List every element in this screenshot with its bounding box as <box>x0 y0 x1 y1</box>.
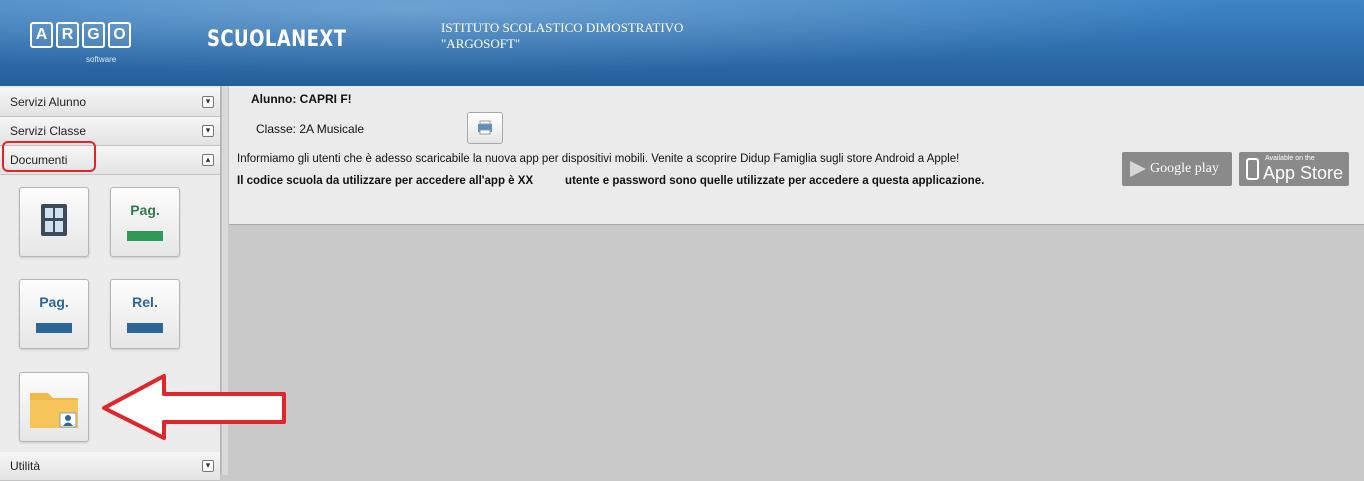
student-label: Alunno: CAPRI F! <box>251 92 352 106</box>
section-label: Utilità <box>10 459 41 473</box>
logo-subtitle: software <box>86 55 117 64</box>
sidebar-section-servizi-alunno[interactable]: Servizi Alunno ▾ <box>0 88 220 117</box>
tile-pagella-green[interactable]: Pag. <box>110 187 180 257</box>
app-header: A R G O software SCUOLANEXT ISTITUTO SCO… <box>0 0 1364 86</box>
logo-letter-g: G <box>82 22 105 48</box>
expand-icon[interactable]: ▾ <box>202 96 214 108</box>
printer-icon <box>478 120 492 135</box>
info-panel: Alunno: CAPRI F! Classe: 2A Musicale Inf… <box>229 86 1364 225</box>
logo-letter-r: R <box>56 22 79 48</box>
grid-document-icon <box>41 204 67 236</box>
google-play-label: Google play <box>1150 161 1219 176</box>
blue-bar-icon <box>36 323 72 333</box>
folder-user-icon <box>30 393 78 428</box>
info-line-1: Informiamo gli utenti che è adesso scari… <box>237 153 960 165</box>
tile-label: Pag. <box>130 202 160 218</box>
collapse-icon[interactable]: ▴ <box>202 154 214 166</box>
logo-letter-o: O <box>108 22 131 48</box>
expand-icon[interactable]: ▾ <box>202 125 214 137</box>
red-arrow-annotation <box>102 374 286 440</box>
green-bar-icon <box>127 231 163 241</box>
tile-pagella-blue[interactable]: Pag. <box>19 279 89 349</box>
tile-documenti-alunno[interactable] <box>19 372 89 442</box>
app-brand: SCUOLANEXT <box>207 27 347 52</box>
tile-relazione[interactable]: Rel. <box>110 279 180 349</box>
expand-icon[interactable]: ▾ <box>202 460 214 472</box>
print-button[interactable] <box>467 112 503 144</box>
section-label: Servizi Alunno <box>10 95 87 109</box>
blue-bar-icon <box>127 323 163 333</box>
documenti-highlight <box>2 141 96 172</box>
app-store-badge[interactable]: Available on the App Store <box>1239 152 1349 186</box>
school-name: ISTITUTO SCOLASTICO DIMOSTRATIVO "ARGOSO… <box>441 20 683 52</box>
play-store-icon <box>1130 161 1146 177</box>
tile-label: Pag. <box>39 294 69 310</box>
sidebar-section-utilita[interactable]: Utilità ▾ <box>0 452 220 481</box>
school-name-line2: "ARGOSOFT" <box>441 36 521 51</box>
logo-letter-a: A <box>30 22 53 48</box>
school-name-line1: ISTITUTO SCOLASTICO DIMOSTRATIVO <box>441 20 684 35</box>
tile-label: Rel. <box>132 294 158 310</box>
phone-icon <box>1246 158 1259 180</box>
info-line-2: Il codice scuola da utilizzare per acced… <box>237 175 985 187</box>
google-play-badge[interactable]: Google play <box>1122 152 1232 186</box>
argo-logo: A R G O <box>30 22 134 48</box>
app-store-small-label: Available on the <box>1265 155 1315 162</box>
tile-bacheca[interactable] <box>19 187 89 257</box>
class-label: Classe: 2A Musicale <box>256 122 365 136</box>
app-store-label: App Store <box>1263 163 1344 183</box>
